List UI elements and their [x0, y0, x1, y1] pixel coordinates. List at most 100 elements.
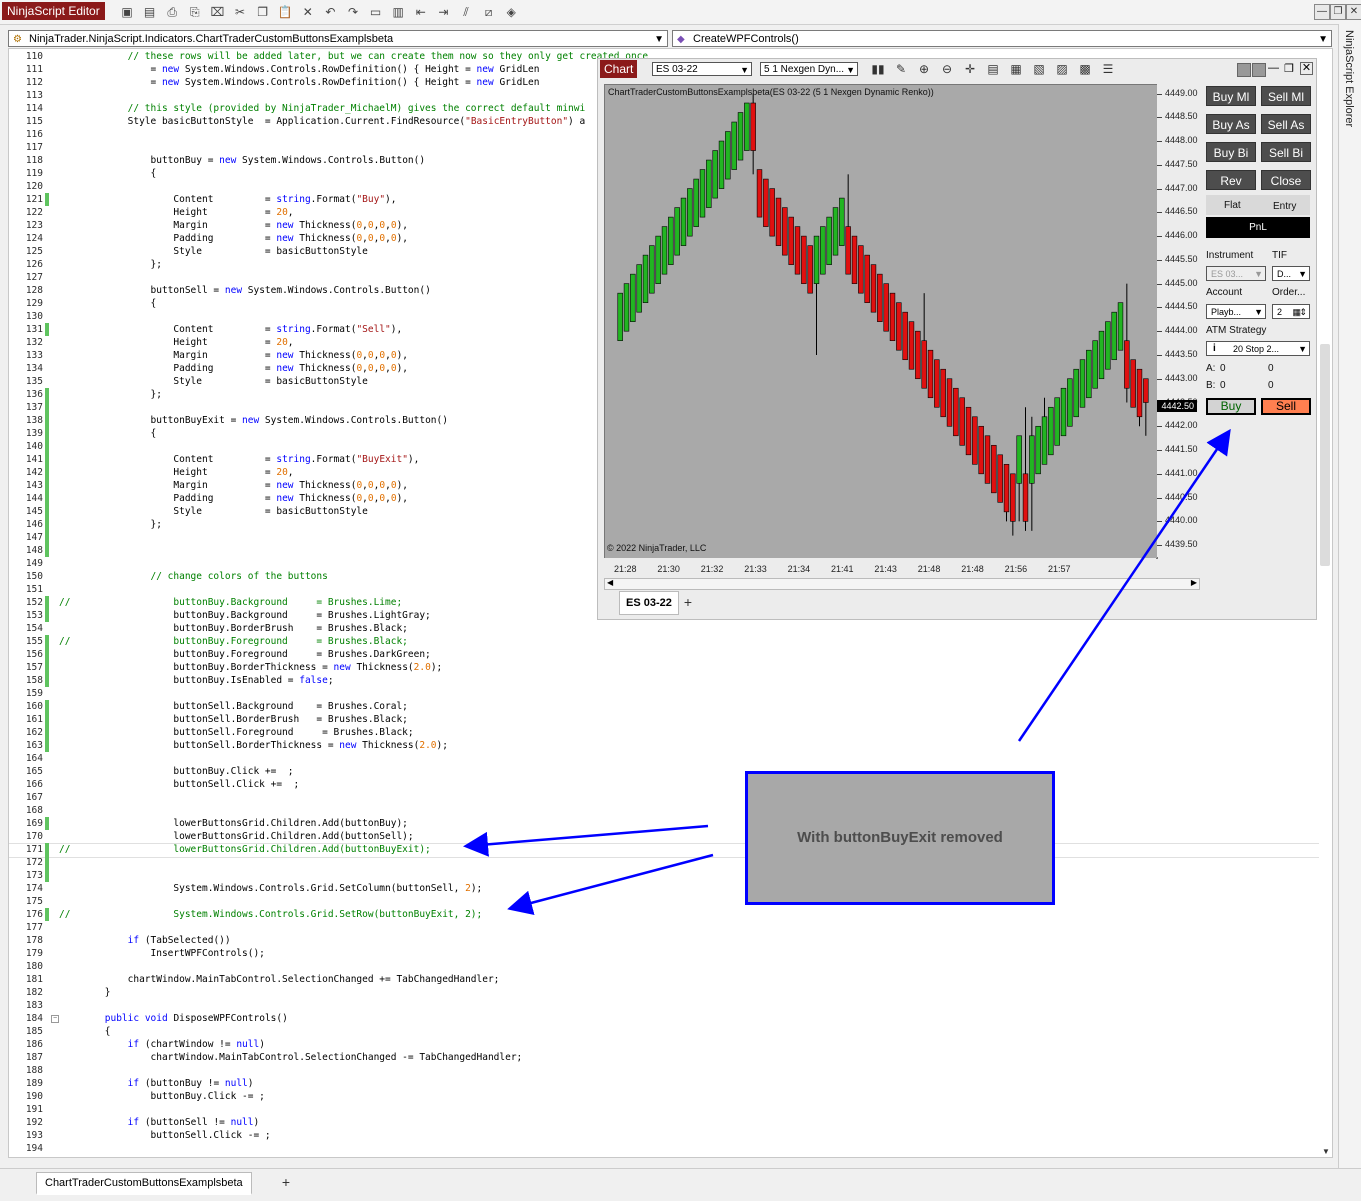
code-line: Padding = new Thickness(0,0,0,0), — [59, 493, 409, 504]
sell-ask-button[interactable]: Sell As — [1261, 114, 1311, 134]
member-selector[interactable]: ◆ CreateWPFControls() ▼ — [672, 30, 1332, 47]
strategies-icon[interactable]: ▦ — [1008, 61, 1024, 77]
scroll-down-icon[interactable]: ▼ — [1322, 1147, 1330, 1156]
copy-icon[interactable]: ❐ — [255, 4, 271, 20]
candle-down — [934, 359, 940, 408]
template-icon[interactable]: ▭ — [368, 4, 384, 20]
bars-type-selector[interactable]: 5 1 Nexgen Dyn... ▼ — [760, 62, 858, 76]
info-icon[interactable]: i — [1213, 342, 1216, 356]
delete-icon[interactable]: ✕ — [300, 4, 316, 20]
change-marker — [45, 414, 49, 427]
zoom-in-icon[interactable]: ⊕ — [916, 61, 932, 77]
reverse-button[interactable]: Rev — [1206, 170, 1256, 190]
add-tab-button[interactable]: + — [278, 1174, 294, 1190]
code-line: Content = string.Format("Buy"), — [59, 194, 397, 205]
candle-up — [826, 216, 832, 265]
candle-up — [649, 245, 655, 294]
templates-icon[interactable]: ▧ — [1031, 61, 1047, 77]
scroll-right-icon[interactable]: ▶ — [1191, 578, 1197, 587]
candle-up — [832, 207, 839, 256]
x-tick-label: 21:48 — [917, 564, 941, 574]
close-window-button[interactable]: ✕ — [1346, 4, 1361, 20]
minimize-button[interactable]: — — [1314, 4, 1330, 20]
pnl-display[interactable]: PnL — [1206, 217, 1310, 238]
change-marker — [45, 843, 49, 856]
trade-instrument-selector[interactable]: ES 03... ▼ — [1206, 266, 1266, 281]
y-axis[interactable] — [1157, 84, 1201, 557]
code-line: buttonBuy.IsEnabled = false; — [59, 675, 334, 686]
buy-market-button[interactable]: Buy Ml — [1206, 86, 1256, 106]
chart-minimize-button[interactable]: — — [1268, 62, 1279, 74]
y-tick-mark — [1157, 426, 1162, 428]
buy-ask-button[interactable]: Buy As — [1206, 114, 1256, 134]
visual-studio-icon[interactable]: ◈ — [503, 4, 519, 20]
redo-icon[interactable]: ↷ — [345, 4, 361, 20]
scroll-left-icon[interactable]: ◀ — [607, 578, 613, 587]
undo-icon[interactable]: ↶ — [322, 4, 338, 20]
line-number: 184 — [25, 1013, 43, 1024]
candle-up — [630, 273, 636, 322]
chart-add-tab-button[interactable]: + — [680, 594, 696, 610]
restore-button[interactable]: ❐ — [1330, 4, 1346, 20]
fold-toggle-icon[interactable]: − — [51, 1015, 59, 1023]
atm-strategy-selector[interactable]: i 20 Stop 2... ▼ — [1206, 341, 1310, 356]
y-tick-mark — [1157, 212, 1162, 214]
custom-sell-button[interactable]: Sell — [1261, 398, 1311, 415]
uncomment-icon[interactable]: ⧄ — [481, 4, 497, 20]
instrument-selector[interactable]: ES 03-22 ▼ — [652, 62, 752, 76]
code-line: }; — [59, 519, 162, 530]
draw-tool-icon[interactable]: ✎ — [893, 61, 909, 77]
editor-scrollbar[interactable] — [1320, 344, 1330, 566]
order-qty-stepper[interactable]: 2 ▦ ⇕ — [1272, 304, 1310, 319]
line-number: 163 — [25, 740, 43, 751]
candle-up — [642, 254, 649, 303]
tif-selector[interactable]: D... ▼ — [1272, 266, 1310, 281]
bars-type-icon[interactable]: ▮▮ — [870, 61, 886, 77]
chevron-down-icon: ▼ — [1254, 307, 1263, 317]
print-setup-icon[interactable]: ⌧ — [209, 4, 225, 20]
print-icon[interactable]: ⎙ — [164, 4, 180, 20]
chart-icon[interactable]: ▥ — [390, 4, 406, 20]
chart-close-button[interactable]: ✕ — [1300, 62, 1313, 75]
chart-layout-icon[interactable] — [1252, 63, 1266, 77]
code-line: buttonBuy = new System.Windows.Controls.… — [59, 155, 426, 166]
account-selector[interactable]: Playb... ▼ — [1206, 304, 1266, 319]
save-icon[interactable]: ▣ — [119, 4, 135, 20]
outdent-icon[interactable]: ⇤ — [413, 4, 429, 20]
crosshair-icon[interactable]: ✛ — [962, 61, 978, 77]
cut-icon[interactable]: ✂ — [232, 4, 248, 20]
sell-bid-button[interactable]: Sell Bi — [1261, 142, 1311, 162]
close-button[interactable]: Close — [1261, 170, 1311, 190]
properties-icon[interactable]: ☰ — [1100, 61, 1116, 77]
buy-bid-button[interactable]: Buy Bi — [1206, 142, 1256, 162]
chart-trader-icon[interactable]: ▩ — [1077, 61, 1093, 77]
code-line: buttonSell.Click -= ; — [59, 1130, 271, 1141]
line-number: 171 — [25, 844, 43, 855]
change-marker — [45, 193, 49, 206]
document-tab[interactable]: ChartTraderCustomButtonsExamplsbeta — [36, 1172, 252, 1195]
chart-trader-toggle-icon[interactable] — [1237, 63, 1251, 77]
y-tick-label: 4449.00 — [1165, 87, 1198, 98]
indicators-icon[interactable]: ▤ — [985, 61, 1001, 77]
chart-tab[interactable]: ES 03-22 — [619, 591, 679, 615]
code-line: // buttonBuy.Background = Brushes.Lime; — [59, 597, 403, 608]
save-all-icon[interactable]: ▤ — [142, 4, 158, 20]
y-tick-label: 4448.00 — [1165, 135, 1198, 146]
data-box-icon[interactable]: ▨ — [1054, 61, 1070, 77]
print-preview-icon[interactable]: ⎘ — [187, 4, 203, 20]
candle-down — [794, 226, 801, 275]
chart-scrollbar[interactable]: ◀ ▶ — [604, 578, 1200, 590]
stepper-arrows-icon[interactable]: ⇕ — [1299, 305, 1307, 319]
custom-buy-button[interactable]: Buy — [1206, 398, 1256, 415]
chart-maximize-button[interactable]: ❐ — [1284, 62, 1294, 75]
indent-icon[interactable]: ⇥ — [435, 4, 451, 20]
line-number: 190 — [25, 1091, 43, 1102]
explorer-tab[interactable]: NinjaScript Explorer — [1343, 30, 1355, 127]
sell-market-button[interactable]: Sell Ml — [1261, 86, 1311, 106]
paste-icon[interactable]: 📋 — [277, 4, 293, 20]
zoom-out-icon[interactable]: ⊖ — [939, 61, 955, 77]
change-marker — [45, 401, 49, 414]
class-selector[interactable]: ⚙ NinjaTrader.NinjaScript.Indicators.Cha… — [8, 30, 668, 47]
candle-down — [946, 378, 953, 427]
comment-icon[interactable]: ⫽ — [458, 4, 474, 20]
